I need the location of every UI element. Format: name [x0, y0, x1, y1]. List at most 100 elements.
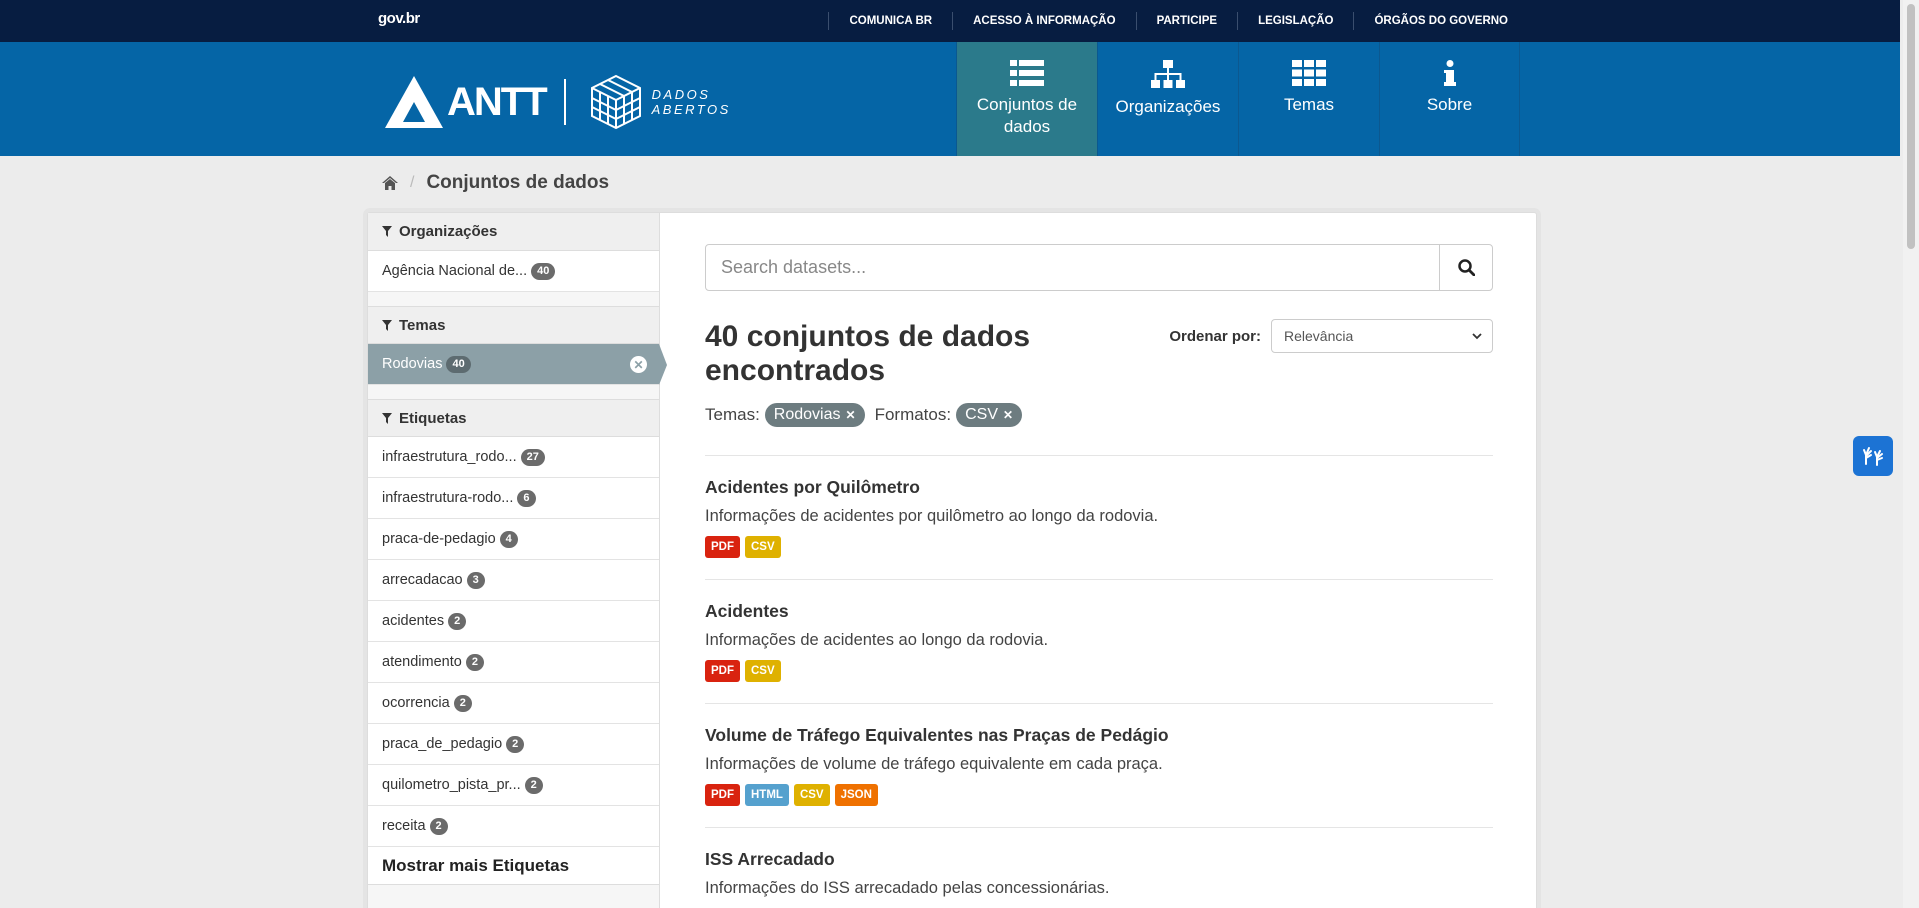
- format-badge-pdf[interactable]: PDF: [705, 784, 740, 806]
- nav-conjuntos-de-dados[interactable]: Conjuntos de dados: [956, 42, 1097, 156]
- facet-heading-etiquetas: Etiquetas: [368, 399, 659, 437]
- gov-link-participe[interactable]: PARTICIPE: [1135, 12, 1238, 30]
- nav-label: Sobre: [1426, 95, 1473, 114]
- count-badge: 2: [524, 776, 543, 794]
- facet-item-etiqueta[interactable]: praca-de-pedagio 4: [368, 519, 659, 560]
- facets-sidebar: Organizações Agência Nacional de... 40 Te…: [368, 213, 667, 908]
- facet-item-etiqueta[interactable]: acidentes 2: [368, 601, 659, 642]
- page-scrollbar[interactable]: [1903, 0, 1919, 908]
- facet-item-etiqueta[interactable]: quilometro_pista_pr... 2: [368, 765, 659, 806]
- dataset-title[interactable]: ISS Arrecadado: [705, 848, 1493, 870]
- facet-item-etiqueta[interactable]: receita 2: [368, 806, 659, 847]
- gov-link-comunica[interactable]: COMUNICA BR: [828, 12, 952, 30]
- format-badge-csv[interactable]: CSV: [793, 784, 830, 806]
- gov-bar: gov.br COMUNICA BR ACESSO À INFORMAÇÃO P…: [0, 0, 1900, 42]
- nav-organizacoes[interactable]: Organizações: [1097, 42, 1238, 156]
- breadcrumb: / Conjuntos de dados: [382, 172, 609, 194]
- nav-label: Organizações: [1115, 97, 1221, 116]
- govbr-logo[interactable]: gov.br: [378, 10, 420, 27]
- count-badge: 2: [453, 694, 472, 712]
- facet-item-tema-rodovias[interactable]: Rodovias 40 ✕: [368, 344, 667, 385]
- count-badge: 2: [465, 653, 484, 671]
- dataset-title[interactable]: Acidentes: [705, 600, 1493, 622]
- chevron-down-icon: [1472, 332, 1482, 339]
- gov-link-orgaos[interactable]: ÓRGÃOS DO GOVERNO: [1353, 12, 1528, 30]
- dataset-item: Acidentes por Quilômetro Informações de …: [705, 455, 1493, 579]
- dados-abertos-tagline: DADOS ABERTOS: [651, 87, 731, 117]
- grid-icon: [1292, 60, 1326, 86]
- dataset-title[interactable]: Volume de Tráfego Equivalentes nas Praça…: [705, 724, 1493, 746]
- breadcrumb-separator: /: [410, 174, 415, 191]
- filter-pill-tema[interactable]: Rodovias ✕: [764, 403, 865, 427]
- format-badge-json[interactable]: JSON: [834, 784, 878, 806]
- gov-link-legislacao[interactable]: LEGISLAÇÃO: [1237, 12, 1353, 30]
- vlibras-accessibility-button[interactable]: [1853, 436, 1893, 476]
- format-badge-html[interactable]: HTML: [745, 784, 789, 806]
- count-badge: 40: [446, 355, 471, 373]
- facet-item-etiqueta[interactable]: ocorrencia 2: [368, 683, 659, 724]
- facet-item-organizacao[interactable]: Agência Nacional de... 40: [368, 251, 659, 292]
- dataset-item: Acidentes Informações de acidentes ao lo…: [705, 579, 1493, 703]
- count-badge: 2: [506, 735, 525, 753]
- filter-pill-formato[interactable]: CSV ✕: [956, 403, 1023, 427]
- scrollbar-thumb[interactable]: [1907, 4, 1915, 249]
- filter-icon: [382, 319, 392, 331]
- info-icon: [1443, 60, 1456, 86]
- brand-name: ANTT: [447, 79, 548, 124]
- format-badge-pdf[interactable]: PDF: [705, 536, 740, 558]
- search-button[interactable]: [1439, 245, 1492, 290]
- sitemap-icon: [1151, 60, 1185, 88]
- main-nav: Conjuntos de dados Organizações Temas So…: [956, 42, 1520, 156]
- nav-label: Conjuntos de dados: [976, 95, 1078, 136]
- cube-logo-icon: [590, 74, 641, 130]
- gov-link-acesso[interactable]: ACESSO À INFORMAÇÃO: [952, 12, 1135, 30]
- dataset-list: Acidentes por Quilômetro Informações de …: [705, 455, 1493, 908]
- remove-icon: ✕: [845, 408, 856, 422]
- content-wrapper: Organizações Agência Nacional de... 40 Te…: [367, 212, 1537, 908]
- filter-icon: [382, 226, 392, 237]
- filter-label: Formatos:: [874, 405, 952, 424]
- facet-item-etiqueta[interactable]: arrecadacao 3: [368, 560, 659, 601]
- logo-divider: [563, 79, 566, 125]
- nav-sobre[interactable]: Sobre: [1379, 42, 1520, 156]
- format-labels: PDF CSV: [705, 660, 1493, 682]
- list-icon: [1010, 60, 1044, 86]
- dataset-description: Informações de acidentes por quilômetro …: [705, 507, 1159, 525]
- facet-heading-temas: Temas: [368, 306, 659, 344]
- nav-temas[interactable]: Temas: [1238, 42, 1379, 156]
- site-logo[interactable]: ANTT DADOS ABERTOS: [385, 70, 731, 134]
- show-more-etiquetas-link[interactable]: Mostrar mais Etiquetas: [368, 847, 659, 885]
- order-by: Ordenar por: Relevância: [1169, 319, 1493, 353]
- count-badge: 27: [520, 448, 545, 466]
- order-by-select[interactable]: Relevância: [1271, 319, 1493, 353]
- filter-icon: [382, 412, 392, 424]
- count-badge: 6: [517, 489, 536, 507]
- dataset-item: ISS Arrecadado Informações do ISS arreca…: [705, 827, 1493, 908]
- sign-language-hands-icon: [1863, 447, 1883, 466]
- count-badge: 2: [448, 612, 467, 630]
- facet-item-etiqueta[interactable]: infraestrutura_rodo... 27: [368, 437, 659, 478]
- active-filters: Temas: Rodovias ✕ Formatos: CSV ✕: [705, 403, 1032, 427]
- search-input[interactable]: [706, 245, 1439, 290]
- search-form: [705, 244, 1493, 291]
- nav-label: Temas: [1283, 95, 1335, 114]
- format-badge-csv[interactable]: CSV: [745, 536, 781, 558]
- count-badge: 40: [531, 262, 556, 280]
- count-badge: 4: [499, 530, 518, 548]
- format-badge-pdf[interactable]: PDF: [705, 660, 740, 682]
- filter-label: Temas:: [705, 405, 760, 424]
- facet-item-etiqueta[interactable]: atendimento 2: [368, 642, 659, 683]
- facet-item-etiqueta[interactable]: infraestrutura-rodo... 6: [368, 478, 659, 519]
- facet-heading-organizacoes: Organizações: [368, 213, 659, 251]
- dataset-description: Informações do ISS arrecadado pelas conc…: [705, 879, 1110, 897]
- remove-icon: ✕: [1003, 408, 1014, 422]
- dataset-item: Volume de Tráfego Equivalentes nas Praça…: [705, 703, 1493, 827]
- format-badge-csv[interactable]: CSV: [745, 660, 781, 682]
- dataset-title[interactable]: Acidentes por Quilômetro: [705, 476, 1493, 498]
- antt-triangle-logo-icon: [385, 76, 443, 128]
- breadcrumb-current[interactable]: Conjuntos de dados: [426, 172, 609, 194]
- home-icon[interactable]: [382, 176, 398, 190]
- remove-filter-icon[interactable]: ✕: [630, 356, 647, 373]
- search-icon: [1457, 259, 1475, 276]
- facet-item-etiqueta[interactable]: praca_de_pedagio 2: [368, 724, 659, 765]
